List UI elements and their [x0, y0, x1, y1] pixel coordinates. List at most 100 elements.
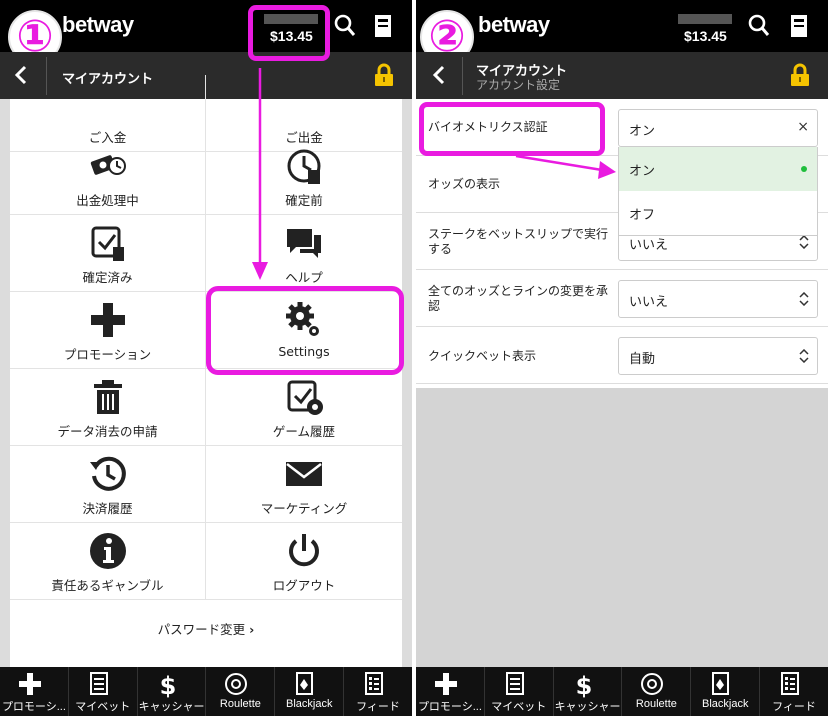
clock-icon: [287, 149, 321, 184]
menu-item-label: ゲーム履歴: [272, 424, 336, 439]
nav-promotions[interactable]: プロモーシ...: [416, 667, 485, 716]
nav-cashier[interactable]: $ キャッシャー: [554, 667, 623, 716]
menu-item-label: プロモーション: [63, 347, 152, 362]
envelope-icon: [286, 462, 322, 486]
nav-label: キャッシャー: [138, 701, 205, 713]
menu-item-label: 確定前: [285, 193, 323, 208]
page-subtitle: アカウント設定: [476, 78, 561, 92]
setting-row-accept-odds: 全てのオッズとラインの変更を承認 いいえ: [416, 270, 828, 327]
settled-bets-icon: [91, 226, 124, 261]
bottom-nav: プロモーシ... マイベット $ キャッシャー Roulette Blackja…: [0, 667, 412, 716]
quickbet-select[interactable]: 自動: [618, 337, 818, 375]
menu-item-label: 出金処理中: [76, 193, 139, 208]
roulette-icon: [641, 673, 664, 695]
chevron-right-icon: ›: [249, 622, 255, 637]
nav-roulette[interactable]: Roulette: [622, 667, 692, 716]
nav-label: Roulette: [219, 698, 261, 710]
bottom-nav: プロモーシ... マイベット $ キャッシャー Roulette Blackja…: [416, 667, 828, 716]
menu-item-responsible-gambling[interactable]: 責任あるギャンブル: [10, 523, 206, 600]
chevron-up-down-icon: [799, 292, 809, 306]
plus-icon: [90, 303, 125, 337]
left-panel: betway $13.45 ① マイアカウント ご入金 ご出金 出金処理中 確定…: [0, 0, 412, 716]
back-arrow-icon[interactable]: [432, 65, 446, 85]
nav-label: Blackjack: [285, 698, 333, 710]
masked-username: [678, 14, 732, 24]
arrow-annotation: [515, 154, 616, 179]
svg-text:$: $: [159, 672, 176, 698]
nav-label: Roulette: [635, 698, 677, 710]
plus-icon: [435, 673, 457, 695]
nav-roulette[interactable]: Roulette: [206, 667, 276, 716]
betslip-icon: [89, 672, 108, 695]
menu-item-label: 決済履歴: [82, 501, 133, 516]
password-change-link[interactable]: パスワード変更 ›: [10, 619, 402, 638]
menu-item-game-history[interactable]: ゲーム履歴: [206, 369, 402, 446]
biometrics-highlight: [419, 102, 605, 156]
menu-item-label: マーケティング: [260, 501, 348, 516]
nav-feed[interactable]: フィード: [760, 667, 828, 716]
nav-label: マイベット: [75, 701, 131, 713]
roulette-icon: [225, 673, 248, 695]
dollar-icon: $: [575, 672, 592, 698]
history-icon: [89, 456, 126, 491]
top-bar: betway $13.45: [0, 0, 412, 52]
arrow-annotation: [252, 68, 268, 280]
select-value: いいえ: [629, 238, 669, 253]
nav-label: フィード: [356, 701, 400, 713]
balance-highlight: [248, 5, 330, 61]
chat-icon: [287, 229, 321, 258]
menu-item-payment-history[interactable]: 決済履歴: [10, 446, 206, 523]
search-icon[interactable]: [748, 14, 770, 38]
menu-item-settled[interactable]: 確定済み: [10, 215, 206, 292]
nav-label: プロモーシ...: [417, 701, 482, 713]
nav-my-bets[interactable]: マイベット: [69, 667, 138, 716]
svg-text:$: $: [575, 672, 592, 698]
clear-icon[interactable]: ×: [797, 119, 809, 135]
setting-label: ステークをベットスリップで実行する: [428, 227, 609, 256]
menu-item-data-deletion[interactable]: データ消去の申請: [10, 369, 206, 446]
balance[interactable]: $13.45: [684, 28, 727, 44]
feed-icon: [781, 672, 800, 695]
nav-label: マイベット: [491, 701, 547, 713]
dollar-icon: $: [159, 672, 176, 698]
plus-icon: [19, 673, 41, 695]
menu-item-pending-withdrawal[interactable]: 出金処理中: [10, 138, 206, 215]
cards-icon: [712, 672, 730, 695]
menu-item-marketing[interactable]: マーケティング: [206, 446, 402, 523]
search-icon[interactable]: [334, 14, 356, 38]
dropdown-option-on[interactable]: オン: [619, 147, 817, 191]
option-label: オフ: [629, 208, 656, 223]
nav-blackjack[interactable]: Blackjack: [275, 667, 345, 716]
chevron-up-down-icon: [799, 349, 809, 363]
feed-icon: [365, 672, 384, 695]
menu-item-help[interactable]: ヘルプ: [206, 215, 402, 292]
menu-item-promotions[interactable]: プロモーション: [10, 292, 206, 369]
biometrics-select[interactable]: オン ×: [618, 109, 818, 147]
account-menu-grid: ご入金 ご出金 出金処理中 確定前 確定済み ヘルプ プロモーション Setti…: [10, 75, 402, 667]
brand-logo: betway: [62, 12, 134, 37]
option-label: オン: [629, 164, 656, 179]
nav-label: プロモーシ...: [1, 701, 66, 713]
setting-row-quickbet: クイックベット表示 自動: [416, 327, 828, 384]
settings-highlight: [206, 286, 404, 375]
nav-my-bets[interactable]: マイベット: [485, 667, 554, 716]
nav-blackjack[interactable]: Blackjack: [691, 667, 761, 716]
cards-icon: [296, 672, 314, 695]
game-history-icon: [287, 380, 323, 415]
pending-withdrawal-icon: [90, 155, 126, 175]
betslip-icon[interactable]: [374, 14, 392, 38]
menu-item-label: データ消去の申請: [57, 424, 158, 439]
menu-item-label: ログアウト: [272, 578, 336, 593]
accept-odds-select[interactable]: いいえ: [618, 280, 818, 318]
menu-item-logout[interactable]: ログアウト: [206, 523, 402, 600]
nav-feed[interactable]: フィード: [344, 667, 412, 716]
betslip-icon[interactable]: [790, 14, 808, 38]
selected-dot-icon: [801, 166, 807, 172]
menu-item-label: 責任あるギャンブル: [51, 578, 164, 593]
nav-cashier[interactable]: $ キャッシャー: [138, 667, 207, 716]
menu-item-unsettled[interactable]: 確定前: [206, 138, 402, 215]
nav-promotions[interactable]: プロモーシ...: [0, 667, 69, 716]
biometrics-dropdown: オン オフ: [618, 147, 818, 236]
dropdown-option-off[interactable]: オフ: [619, 191, 817, 235]
betslip-icon: [505, 672, 524, 695]
